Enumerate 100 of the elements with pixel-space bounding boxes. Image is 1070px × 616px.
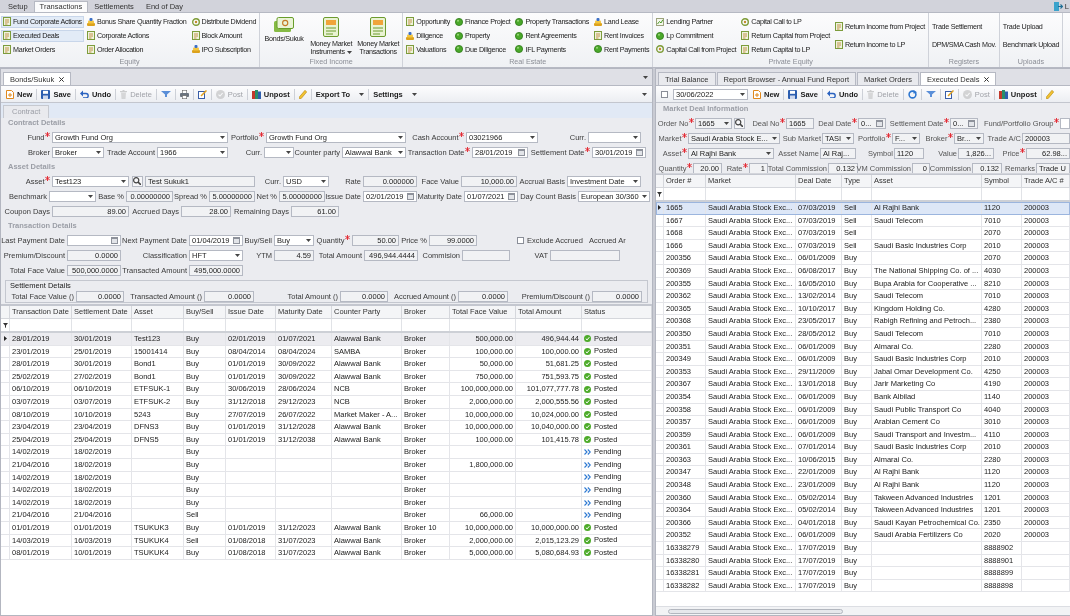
asterisk-icon (1054, 118, 1059, 123)
caret-icon[interactable] (976, 136, 981, 140)
caret-icon[interactable] (633, 135, 638, 139)
document-pencil-icon (944, 89, 954, 99)
line-chart-icon (656, 17, 665, 26)
trash-icon (867, 89, 875, 99)
caret-icon[interactable] (220, 135, 225, 139)
checkbox[interactable] (661, 90, 668, 98)
pencil-icon (298, 89, 307, 99)
document-plus-icon (6, 89, 14, 99)
number-field[interactable] (550, 249, 620, 261)
ring-icon (191, 17, 200, 26)
coin-stack-icon (594, 17, 603, 26)
caret-icon[interactable] (121, 179, 126, 183)
coin-stack-icon (191, 45, 200, 54)
document-icon (86, 44, 95, 54)
pencil-icon (1045, 89, 1054, 99)
asterisk-icon (743, 163, 748, 168)
calendar-icon[interactable] (518, 148, 525, 156)
search-icon (735, 119, 743, 127)
asterisk-icon (886, 133, 891, 138)
row-indicator-icon (3, 336, 7, 342)
filter-icon (160, 91, 171, 97)
check-circle-icon (584, 524, 591, 532)
calendar-icon[interactable] (508, 192, 515, 200)
caret-icon[interactable] (306, 238, 311, 242)
calendar-icon[interactable] (968, 119, 975, 127)
document-icon (3, 31, 11, 40)
number-field[interactable] (462, 249, 510, 261)
caret-icon[interactable] (772, 136, 777, 140)
caret-icon[interactable] (286, 150, 291, 154)
filter-icon[interactable] (2, 322, 8, 328)
caret-icon[interactable] (321, 179, 326, 183)
caret-icon[interactable] (912, 136, 917, 140)
dot-icon (455, 45, 463, 54)
caret-icon[interactable] (359, 92, 365, 96)
edit-button[interactable] (195, 87, 209, 101)
calendar-icon[interactable] (636, 148, 643, 156)
exit-icon (1053, 2, 1063, 11)
asterisk-icon (852, 118, 857, 123)
search-button[interactable] (131, 175, 143, 187)
caret-icon[interactable] (398, 135, 403, 139)
calendar-icon[interactable] (233, 236, 240, 244)
caret-icon[interactable] (643, 76, 648, 79)
caret-icon[interactable] (724, 121, 729, 125)
caret-icon[interactable] (88, 194, 93, 198)
pencil-button[interactable] (1043, 87, 1056, 101)
caret-icon[interactable] (96, 150, 101, 154)
asterisk-icon (1020, 148, 1025, 153)
calendar-icon[interactable] (876, 119, 883, 127)
document-icon (406, 17, 415, 27)
caret-icon[interactable] (846, 136, 851, 140)
ring-icon (656, 45, 665, 54)
caret-icon[interactable] (346, 50, 352, 54)
undo-icon (79, 90, 89, 98)
dot-icon (455, 17, 463, 26)
check-circle-icon (584, 385, 591, 393)
caret-icon[interactable] (530, 135, 535, 139)
caret-icon[interactable] (642, 92, 647, 96)
caret-icon[interactable] (642, 194, 647, 198)
date-field[interactable] (67, 234, 121, 246)
document-icon (3, 44, 11, 54)
asterisk-icon (585, 147, 590, 152)
print-button[interactable] (177, 87, 191, 101)
caret-icon[interactable] (740, 92, 745, 96)
check-circle-icon (584, 373, 591, 381)
caret-icon[interactable] (220, 150, 225, 154)
calendar-icon[interactable] (407, 192, 414, 200)
search-button[interactable] (733, 117, 745, 129)
asterisk-icon (465, 147, 470, 152)
caret-icon[interactable] (633, 179, 638, 183)
dot-icon (515, 17, 524, 26)
caret-icon[interactable] (411, 92, 417, 96)
caret-icon[interactable] (235, 253, 240, 257)
check-circle-icon (584, 549, 591, 557)
document-icon (834, 21, 843, 31)
edit-button[interactable] (942, 87, 956, 101)
double-chevron-icon (584, 512, 591, 519)
refresh-button[interactable] (905, 87, 919, 101)
document-icon (323, 17, 340, 37)
caret-icon[interactable] (398, 150, 403, 154)
asterisk-icon (780, 118, 785, 123)
filter-icon (925, 91, 936, 97)
banknote-icon (274, 17, 295, 32)
close-icon[interactable] (984, 76, 990, 82)
pencil-button[interactable] (296, 87, 309, 101)
check-circle-icon (584, 436, 591, 444)
checkbox[interactable] (517, 236, 524, 244)
close-icon[interactable] (59, 76, 65, 82)
asterisk-icon (689, 118, 694, 123)
row-indicator-icon (658, 205, 661, 211)
filter-icon[interactable] (657, 191, 662, 197)
text-field[interactable] (1060, 117, 1070, 129)
caret-icon[interactable] (766, 151, 771, 155)
calendar-icon[interactable] (111, 236, 118, 244)
asterisk-icon (948, 133, 953, 138)
double-chevron-icon (584, 486, 591, 493)
check-circle-icon (584, 536, 591, 544)
document-icon (741, 31, 750, 40)
horizontal-scrollbar[interactable] (656, 606, 1070, 615)
